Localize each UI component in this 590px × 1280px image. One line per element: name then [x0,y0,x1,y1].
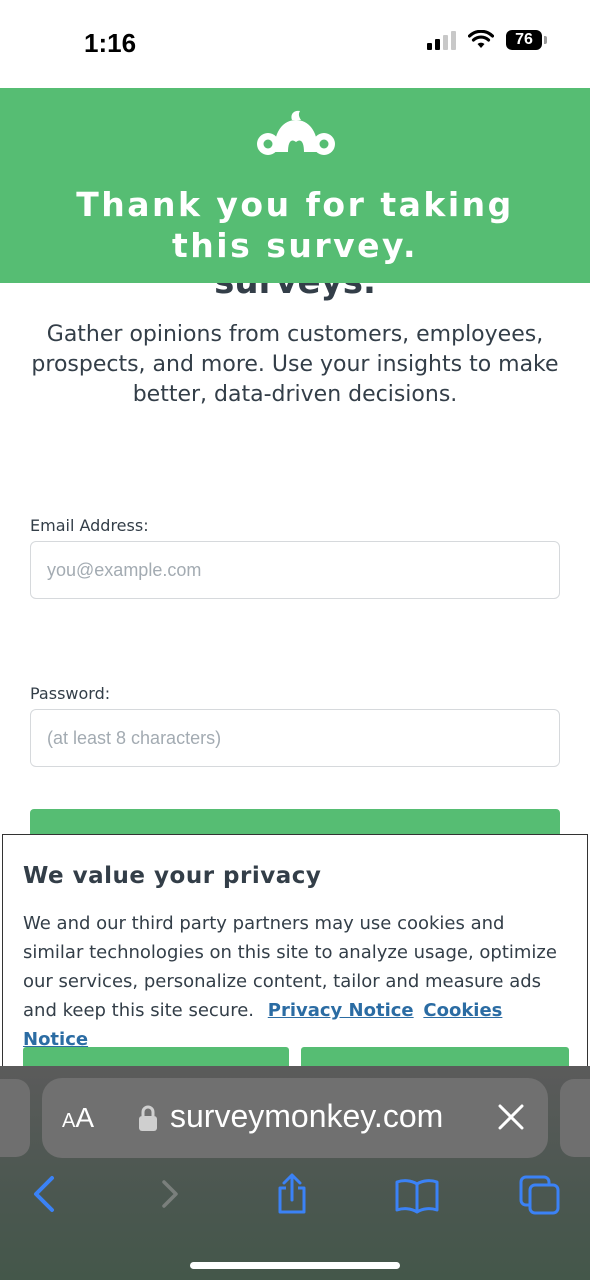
battery-icon: 76 [506,30,547,50]
status-time: 1:16 [84,28,137,58]
intro-text: Gather opinions from customers, employee… [31,322,559,407]
tabs-icon[interactable] [518,1172,562,1216]
browser-toolbar: AA surveymonkey.com [0,1066,590,1280]
privacy-banner: We value your privacy We and our third p… [2,834,588,1077]
email-field[interactable] [31,542,559,598]
password-field[interactable] [31,710,559,766]
privacy-title: We value your privacy [23,863,322,889]
thank-you-header: Thank you for taking this survey. [0,88,590,283]
next-tab-preview[interactable] [560,1079,590,1157]
email-field-wrapper [30,541,560,599]
wifi-icon [468,30,494,48]
privacy-notice-link[interactable]: Privacy Notice [268,1000,414,1021]
privacy-body: We and our third party partners may use … [23,909,563,1054]
password-field-wrapper [30,709,560,767]
home-indicator [190,1262,400,1269]
url-text[interactable]: surveymonkey.com [170,1098,443,1135]
status-bar: 1:16 76 [0,0,590,88]
email-label: Email Address: [30,516,149,535]
clear-icon[interactable] [496,1102,526,1132]
signal-icon [427,30,456,50]
back-icon[interactable] [24,1172,64,1216]
status-icons: 76 [427,30,547,50]
forward-icon[interactable] [150,1172,190,1216]
surveymonkey-logo-icon [257,110,335,155]
header-title: Thank you for taking this survey. [76,185,514,265]
battery-level: 76 [515,31,533,48]
password-label: Password: [30,684,111,703]
address-bar[interactable]: AA surveymonkey.com [42,1078,548,1158]
share-icon[interactable] [272,1172,312,1216]
previous-tab-preview[interactable] [0,1079,30,1157]
lock-icon [139,1105,157,1131]
page-settings-button[interactable]: AA [62,1102,94,1134]
bookmarks-icon[interactable] [394,1172,440,1216]
